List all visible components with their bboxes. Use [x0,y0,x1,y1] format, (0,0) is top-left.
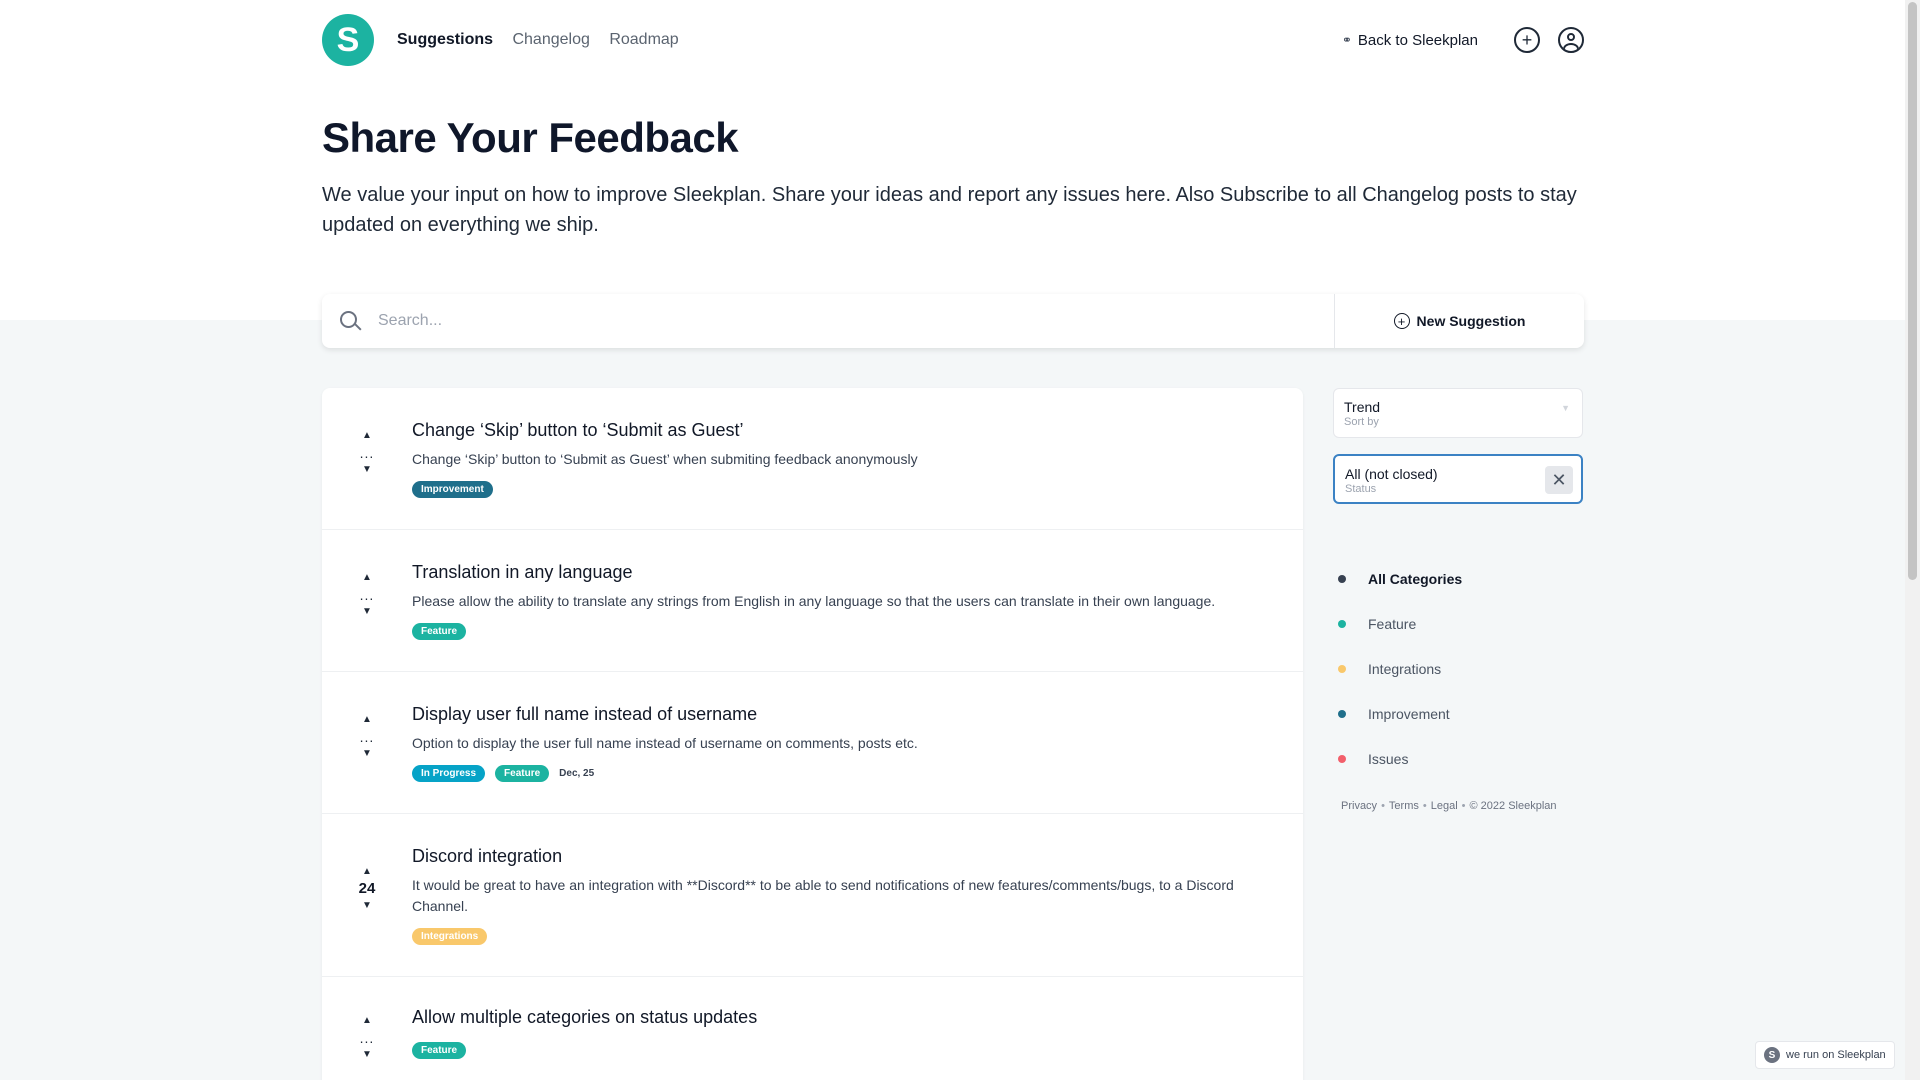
vote-control: ▲ ... ▼ [352,714,382,760]
privacy-link[interactable]: Privacy [1341,800,1377,812]
vote-count: ... [359,1030,375,1046]
new-suggestion-label: New Suggestion [1416,313,1526,329]
upvote-arrow-icon[interactable]: ▲ [352,714,382,726]
upvote-arrow-icon[interactable]: ▲ [352,1015,382,1027]
list-item[interactable]: ▲ ... ▼ Allow multiple categories on sta… [322,977,1303,1080]
sort-select[interactable]: Trend Sort by ▼ [1333,388,1583,438]
vote-control: ▲ ... ▼ [352,430,382,476]
category-list: All Categories Feature Integrations Impr… [1333,556,1583,781]
vote-control: ▲ ... ▼ [352,572,382,618]
chevron-down-icon: ▼ [1561,403,1570,413]
tag-in-progress[interactable]: In Progress [412,765,486,782]
sleekplan-mini-logo-icon: S [1764,1047,1780,1063]
top-header: S Suggestions Changelog Roadmap ⚭ Back t… [322,14,1584,66]
category-dot-icon [1338,619,1346,628]
suggestions-list: ▲ ... ▼ Change ‘Skip’ button to ‘Submit … [322,388,1303,1080]
category-feature[interactable]: Feature [1333,601,1583,646]
category-dot-icon [1338,664,1346,673]
nav-roadmap[interactable]: Roadmap [609,31,678,48]
scrollbar-thumb[interactable] [1908,2,1917,580]
link-icon: ⚭ [1341,33,1352,47]
post-description: It would be great to have an integration… [412,877,1234,914]
downvote-arrow-icon[interactable]: ▼ [352,900,382,912]
category-issues[interactable]: Issues [1333,736,1583,781]
page-title: Share Your Feedback [322,114,739,161]
category-label: Integrations [1368,660,1442,677]
powered-by-badge[interactable]: S we run on Sleekplan [1755,1041,1895,1069]
category-label: Issues [1368,750,1409,767]
category-label: All Categories [1368,570,1463,587]
copyright: © 2022 Sleekplan [1469,800,1557,812]
vote-count: ... [359,729,375,745]
nav-changelog[interactable]: Changelog [512,31,589,48]
category-dot-icon [1338,709,1346,718]
status-value: All (not closed) [1345,466,1438,482]
category-label: Improvement [1368,705,1450,722]
post-title[interactable]: Change ‘Skip’ button to ‘Submit as Guest… [412,420,1273,441]
post-title[interactable]: Display user full name instead of userna… [412,704,1273,725]
back-to-sleekplan-link[interactable]: ⚭ Back to Sleekplan [1342,32,1478,49]
downvote-arrow-icon[interactable]: ▼ [352,606,382,618]
vote-control: ▲ 24 ▼ [352,866,382,912]
vote-control: ▲ ... ▼ [352,1015,382,1061]
tag-integrations[interactable]: Integrations [412,928,488,945]
tag-feature[interactable]: Feature [412,623,467,640]
list-item[interactable]: ▲ ... ▼ Translation in any language Plea… [322,530,1303,672]
back-link-label: Back to Sleekplan [1357,31,1478,49]
sort-label: Sort by [1344,416,1379,428]
search-bar: + New Suggestion [322,294,1584,348]
vote-count: 24 [358,880,376,897]
upvote-arrow-icon[interactable]: ▲ [352,572,382,584]
list-item[interactable]: ▲ ... ▼ Display user full name instead o… [322,672,1303,814]
footer-links: Privacy • Terms • Legal • © 2022 Sleekplan [1341,800,1557,812]
downvote-arrow-icon[interactable]: ▼ [352,464,382,476]
tag-feature[interactable]: Feature [495,765,550,782]
search-input[interactable] [378,312,1334,330]
nav-suggestions[interactable]: Suggestions [397,31,493,48]
user-account-icon[interactable] [1558,27,1584,53]
post-title[interactable]: Allow multiple categories on status upda… [412,1007,1273,1028]
category-dot-icon [1338,754,1346,763]
post-description: Please allow the ability to translate an… [412,593,1216,609]
new-suggestion-button[interactable]: + New Suggestion [1334,294,1584,348]
vote-count: ... [359,445,375,461]
close-icon[interactable]: ✕ [1545,466,1573,494]
post-description: Option to display the user full name ins… [412,735,918,751]
tag-feature[interactable]: Feature [412,1042,467,1059]
page-subtitle: We value your input on how to improve Sl… [322,184,1577,236]
category-improvement[interactable]: Improvement [1333,691,1583,736]
sleekplan-logo[interactable]: S [322,14,374,66]
category-all[interactable]: All Categories [1333,556,1583,601]
status-label: Status [1345,483,1377,495]
downvote-arrow-icon[interactable]: ▼ [352,748,382,760]
terms-link[interactable]: Terms [1389,800,1419,812]
category-label: Feature [1368,615,1417,632]
post-description: Change ‘Skip’ button to ‘Submit as Guest… [412,451,918,467]
category-integrations[interactable]: Integrations [1333,646,1583,691]
tag-improvement[interactable]: Improvement [412,481,493,498]
header-actions: ⚭ Back to Sleekplan + [1342,27,1584,53]
page-scrollbar[interactable] [1905,0,1920,1080]
search-icon [340,311,362,331]
main-nav: Suggestions Changelog Roadmap [397,31,694,49]
upvote-arrow-icon[interactable]: ▲ [352,430,382,442]
plus-circle-icon: + [1393,313,1410,329]
sort-value: Trend [1344,399,1381,415]
post-date: Dec, 25 [559,768,595,779]
post-title[interactable]: Translation in any language [412,562,1273,583]
downvote-arrow-icon[interactable]: ▼ [352,1049,382,1061]
list-item[interactable]: ▲ ... ▼ Change ‘Skip’ button to ‘Submit … [322,388,1303,530]
status-select[interactable]: All (not closed) Status ✕ [1333,454,1583,504]
legal-link[interactable]: Legal [1431,800,1458,812]
vote-count: ... [359,587,375,603]
upvote-arrow-icon[interactable]: ▲ [352,866,382,878]
category-dot-icon [1338,574,1346,583]
post-title[interactable]: Discord integration [412,846,1273,867]
list-item[interactable]: ▲ 24 ▼ Discord integration It would be g… [322,814,1303,977]
badge-label: we run on Sleekplan [1786,1049,1886,1061]
add-circle-icon[interactable]: + [1514,27,1540,53]
